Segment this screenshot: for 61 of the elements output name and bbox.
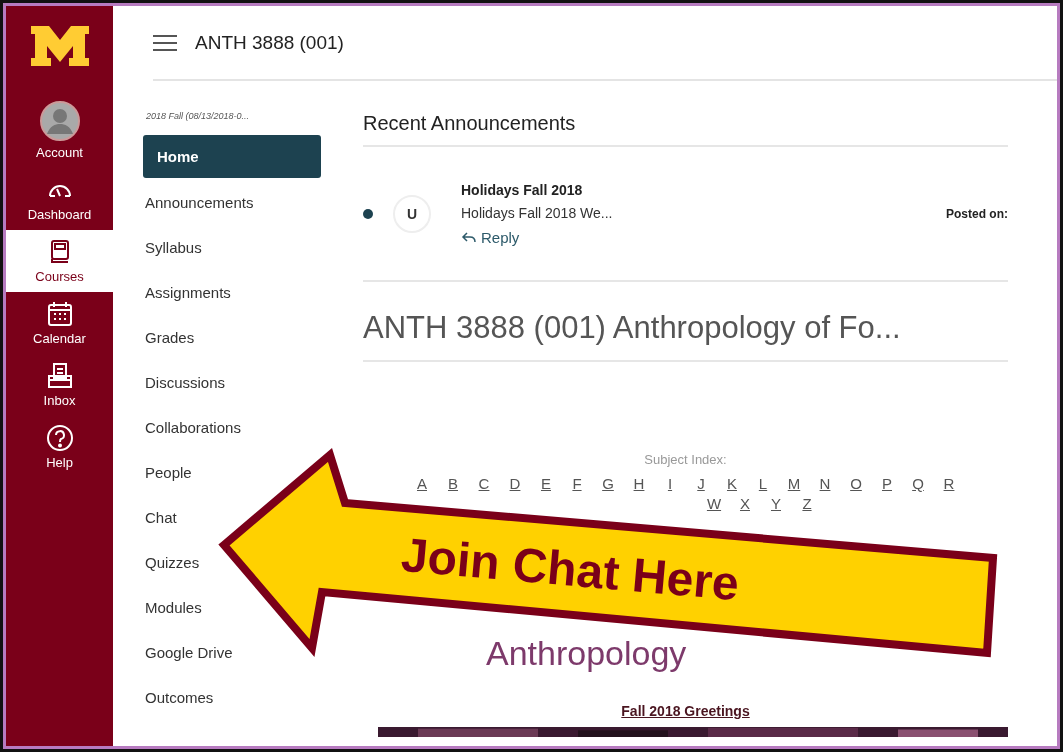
index-link[interactable]: X bbox=[736, 495, 754, 512]
reply-icon bbox=[461, 231, 477, 243]
section-heading: Recent Announcements bbox=[363, 112, 1008, 147]
announcement-excerpt: Holidays Fall 2018 We... bbox=[461, 204, 614, 221]
index-link[interactable]: Z bbox=[798, 495, 816, 512]
nav-item[interactable]: Inbox bbox=[6, 354, 113, 416]
nav-item[interactable]: Courses bbox=[6, 230, 113, 292]
course-heading: Anthropology bbox=[485, 634, 687, 673]
index-link[interactable]: C bbox=[475, 475, 493, 492]
nav-item[interactable]: Help bbox=[6, 416, 113, 478]
index-link[interactable]: W bbox=[705, 495, 723, 512]
page-title: ANTH 3888 (001) Anthropology of Fo... bbox=[363, 282, 1008, 362]
course-nav-link[interactable]: Chat bbox=[143, 495, 177, 540]
term-label: 2018 Fall (08/13/2018-0... bbox=[146, 111, 251, 121]
nav-item[interactable]: Account bbox=[6, 92, 113, 168]
course-nav-link[interactable]: Quizzes bbox=[143, 540, 200, 585]
course-nav-link[interactable]: Outcomes bbox=[143, 675, 214, 720]
user-avatar: U bbox=[393, 194, 431, 233]
avatar-icon bbox=[38, 100, 81, 142]
course-nav-link[interactable]: Announcements bbox=[143, 180, 254, 225]
index-link[interactable]: L bbox=[754, 475, 772, 492]
index-link[interactable]: P bbox=[878, 475, 896, 492]
course-nav-link[interactable]: Home bbox=[143, 135, 321, 178]
index-link[interactable]: A bbox=[413, 475, 431, 492]
index-link[interactable]: Q bbox=[909, 475, 927, 492]
index-link[interactable]: E bbox=[537, 475, 555, 492]
index-link[interactable]: G bbox=[599, 475, 617, 492]
course-nav-link[interactable]: Google Drive bbox=[143, 630, 233, 675]
calendar-icon bbox=[45, 300, 74, 328]
index-link[interactable]: Y bbox=[767, 495, 785, 512]
course-nav-link[interactable]: Syllabus bbox=[143, 225, 202, 270]
index-link[interactable]: H bbox=[630, 475, 648, 492]
index-link[interactable]: R bbox=[940, 475, 958, 492]
inbox-icon bbox=[45, 362, 74, 390]
index-link[interactable]: M bbox=[785, 475, 803, 492]
course-title: ANTH 3888 (001) bbox=[195, 31, 344, 54]
index-link[interactable]: B bbox=[444, 475, 462, 492]
announcement-title[interactable]: Holidays Fall 2018 bbox=[461, 181, 946, 198]
course-nav-link[interactable]: Assignments bbox=[143, 270, 231, 315]
index-link[interactable]: J bbox=[692, 475, 710, 492]
course-nav-link[interactable]: Discussions bbox=[143, 360, 226, 405]
callout-text: Join Chat Here bbox=[399, 527, 742, 611]
course-nav-link[interactable]: Collaborations bbox=[143, 405, 241, 450]
index-link[interactable]: O bbox=[847, 475, 865, 492]
index-link[interactable]: N bbox=[816, 475, 834, 492]
index-link[interactable]: F bbox=[568, 475, 586, 492]
reply-link[interactable]: Reply bbox=[461, 228, 520, 246]
subject-index-label: Subject Index: bbox=[643, 452, 728, 467]
nav-item[interactable]: Calendar bbox=[6, 292, 113, 354]
index-link[interactable]: I bbox=[661, 475, 679, 492]
index-link[interactable]: D bbox=[506, 475, 524, 492]
nav-item[interactable]: Dashboard bbox=[6, 168, 113, 230]
course-nav-link[interactable]: People bbox=[143, 450, 192, 495]
posted-label: Posted on: bbox=[946, 206, 1008, 221]
index-link[interactable]: K bbox=[723, 475, 741, 492]
greetings-link[interactable]: Fall 2018 Greetings bbox=[621, 703, 750, 719]
logo-icon[interactable] bbox=[28, 24, 91, 68]
course-nav-link[interactable]: Modules bbox=[143, 585, 202, 630]
help-icon bbox=[45, 424, 74, 452]
menu-icon[interactable] bbox=[153, 34, 177, 51]
course-nav-link[interactable]: Grades bbox=[143, 315, 195, 360]
